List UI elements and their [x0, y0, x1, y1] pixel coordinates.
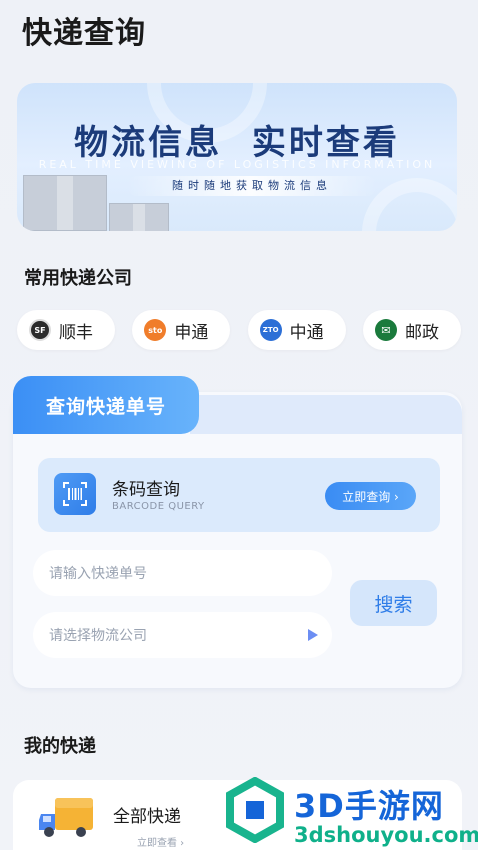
zto-logo-icon: ZTO — [259, 319, 282, 341]
tracking-number-input[interactable]: 请输入快递单号 — [33, 550, 332, 596]
sf-logo-icon: SF — [29, 319, 51, 341]
barcode-query-subtitle: BARCODE QUERY — [112, 501, 205, 512]
search-button[interactable]: 搜索 — [350, 580, 437, 626]
banner-tagline: 随时随地获取物流信息 — [127, 176, 377, 196]
view-now-link[interactable]: 立即查看 › — [137, 834, 184, 849]
watermark-title: 3D手游网 — [294, 787, 444, 825]
company-name: 申通 — [174, 322, 209, 343]
sto-logo-icon: sto — [144, 319, 167, 341]
promo-banner[interactable]: 物流信息 实时查看 REAL TIME VIEWING OF LOGISTICS… — [17, 83, 457, 231]
company-select[interactable]: 请选择物流公司 — [33, 612, 332, 658]
company-chip-ems[interactable]: ✉ 邮政 — [362, 310, 461, 350]
companies-heading: 常用快递公司 — [24, 268, 132, 289]
company-chip-zto[interactable]: ZTO 中通 — [247, 310, 346, 350]
company-list: SF 顺丰 sto 申通 ZTO 中通 ✉ 邮政 — [17, 310, 461, 350]
post-logo-icon: ✉ — [374, 319, 397, 341]
company-chip-sf[interactable]: SF 顺丰 — [17, 310, 115, 350]
my-packages-heading: 我的快递 — [24, 736, 96, 757]
company-name: 邮政 — [404, 322, 439, 343]
company-name: 中通 — [289, 322, 324, 343]
package-box-illustration — [109, 203, 169, 231]
delivery-truck-icon — [39, 798, 93, 837]
tracking-number-placeholder: 请输入快递单号 — [49, 566, 147, 582]
banner-title: 物流信息 实时查看 — [74, 123, 400, 163]
barcode-query-title: 条码查询 — [112, 480, 180, 500]
package-box-illustration — [23, 175, 107, 231]
banner-subtitle: REAL TIME VIEWING OF LOGISTICS INFORMATI… — [38, 158, 436, 171]
watermark-logo-icon — [226, 777, 284, 843]
barcode-query-row[interactable]: 条码查询 BARCODE QUERY 立即查询 › — [38, 458, 440, 532]
watermark-url: 3dshouyou.com — [294, 823, 478, 847]
site-watermark: 3D手游网 3dshouyou.com — [222, 775, 478, 850]
company-chip-sto[interactable]: sto 申通 — [132, 310, 231, 350]
company-name: 顺丰 — [59, 322, 93, 343]
barcode-scan-icon — [54, 473, 96, 515]
query-tab-extension — [190, 395, 462, 434]
play-arrow-icon — [308, 629, 318, 641]
page-title: 快递查询 — [22, 16, 146, 51]
query-now-button[interactable]: 立即查询 › — [325, 482, 416, 510]
all-packages-title: 全部快递 — [113, 807, 181, 827]
company-select-placeholder: 请选择物流公司 — [49, 628, 147, 644]
tab-tracking-query[interactable]: 查询快递单号 — [13, 376, 199, 434]
